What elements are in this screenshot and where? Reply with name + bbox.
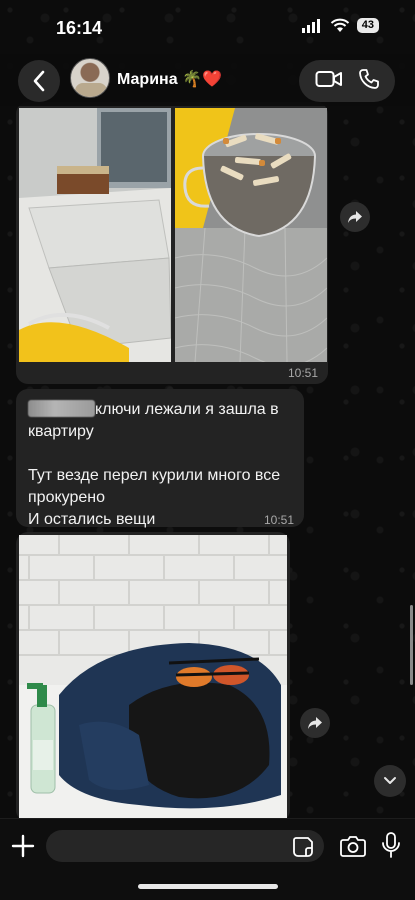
message-line-1: ключи лежали я зашла в [28,399,292,421]
text-message[interactable]: ключи лежали я зашла в квартиру Тут везд… [16,389,304,528]
message-text [28,443,292,465]
sticker-icon[interactable] [292,836,314,858]
photo-clothes[interactable] [19,535,287,822]
message-text: прокурено [28,489,105,506]
microphone-icon[interactable] [381,831,401,859]
forward-icon [308,717,322,729]
wifi-icon [330,18,349,32]
home-indicator [138,884,278,889]
message-text: ключи лежали я зашла в [95,401,279,418]
back-button[interactable] [18,60,60,102]
call-buttons [299,60,395,102]
plus-icon[interactable] [10,833,36,859]
phone-icon [358,68,379,89]
contact-name[interactable]: Марина 🌴❤️ [117,69,222,89]
image-message[interactable] [16,532,290,822]
chevron-left-icon [33,70,45,92]
message-input[interactable] [46,830,324,862]
redacted-text [28,400,95,417]
video-camera-icon [315,70,342,87]
message-time: 10:51 [263,513,294,527]
status-bar: 16:14 43 [0,0,415,54]
scroll-down-button[interactable] [374,765,406,797]
message-text: И остались вещи [28,511,156,528]
message-time: 10:51 [287,366,318,380]
chevron-down-icon [384,777,396,784]
camera-icon[interactable] [340,834,366,858]
scroll-indicator[interactable] [410,605,413,685]
forward-button[interactable] [340,202,370,232]
forward-button[interactable] [300,708,330,738]
battery-icon: 43 [356,18,379,33]
photo-ashtray[interactable] [175,108,327,362]
avatar[interactable] [70,58,110,98]
forward-icon [348,211,362,223]
message-text: Тут везде перел курили много все [28,467,281,484]
voice-call-button[interactable] [358,68,380,95]
status-time: 16:14 [56,18,103,38]
signal-icon [301,18,320,33]
message-text: квартиру [28,423,94,440]
status-icons: 43 [301,18,379,33]
avatar-photo [75,83,107,97]
photo-windowsill[interactable] [19,108,171,362]
video-call-button[interactable] [315,69,343,94]
chat-header: Марина 🌴❤️ [0,54,415,106]
image-message[interactable]: 10:51 [16,102,328,384]
